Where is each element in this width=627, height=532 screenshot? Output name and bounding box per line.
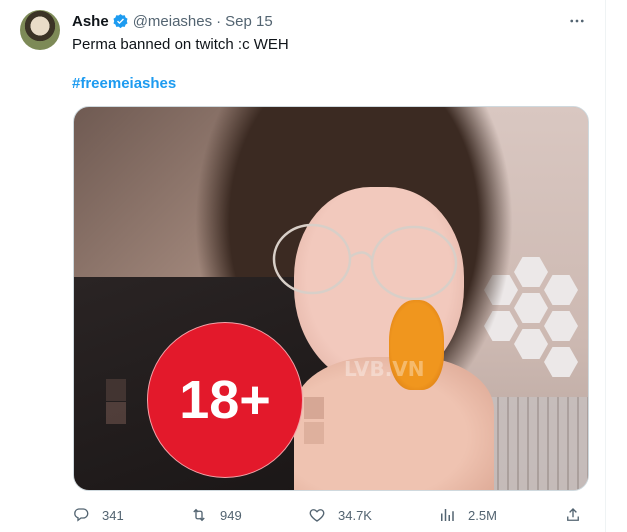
tweet-date[interactable]: Sep 15 — [225, 13, 273, 30]
avatar[interactable] — [20, 10, 60, 50]
separator-dot: · — [216, 12, 222, 30]
reply-count: 341 — [102, 507, 124, 523]
media-watermark: LVB.VN — [344, 357, 425, 381]
tweet-text: Perma banned on twitch :c WEH — [72, 36, 289, 53]
like-button[interactable]: 34.7K — [308, 500, 372, 530]
display-name[interactable]: Ashe — [72, 13, 109, 30]
tweet-media-image[interactable]: LVB.VN — [73, 106, 589, 491]
age-restriction-badge: 18+ — [147, 322, 303, 478]
retweet-icon — [193, 508, 205, 522]
media-glasses — [272, 223, 458, 301]
views-count: 2.5M — [468, 507, 497, 523]
retweet-button[interactable]: 949 — [190, 500, 242, 530]
more-icon[interactable] — [566, 11, 588, 31]
share-icon — [567, 508, 579, 521]
reply-button[interactable]: 341 — [72, 500, 124, 530]
tweet-actions: 341 949 34.7K 2.5M — [0, 500, 605, 530]
pixelation-block — [106, 379, 126, 401]
pixelation-block — [304, 397, 324, 419]
tweet-header: Ashe @meiashes · Sep 15 — [72, 11, 273, 31]
pixelation-block — [106, 402, 126, 424]
tweet-card[interactable]: Ashe @meiashes · Sep 15 Perma banned on … — [0, 0, 606, 532]
pixelation-block — [304, 422, 324, 444]
like-icon — [309, 509, 325, 522]
views-icon — [441, 509, 454, 521]
retweet-count: 949 — [220, 507, 242, 523]
hashtag-link[interactable]: #freemeiashes — [72, 74, 176, 94]
handle[interactable]: @meiashes — [133, 13, 212, 30]
share-button[interactable] — [564, 500, 594, 530]
views-button[interactable]: 2.5M — [438, 500, 497, 530]
reply-icon — [74, 508, 89, 522]
verified-badge-icon — [112, 13, 129, 30]
like-count: 34.7K — [338, 507, 372, 523]
